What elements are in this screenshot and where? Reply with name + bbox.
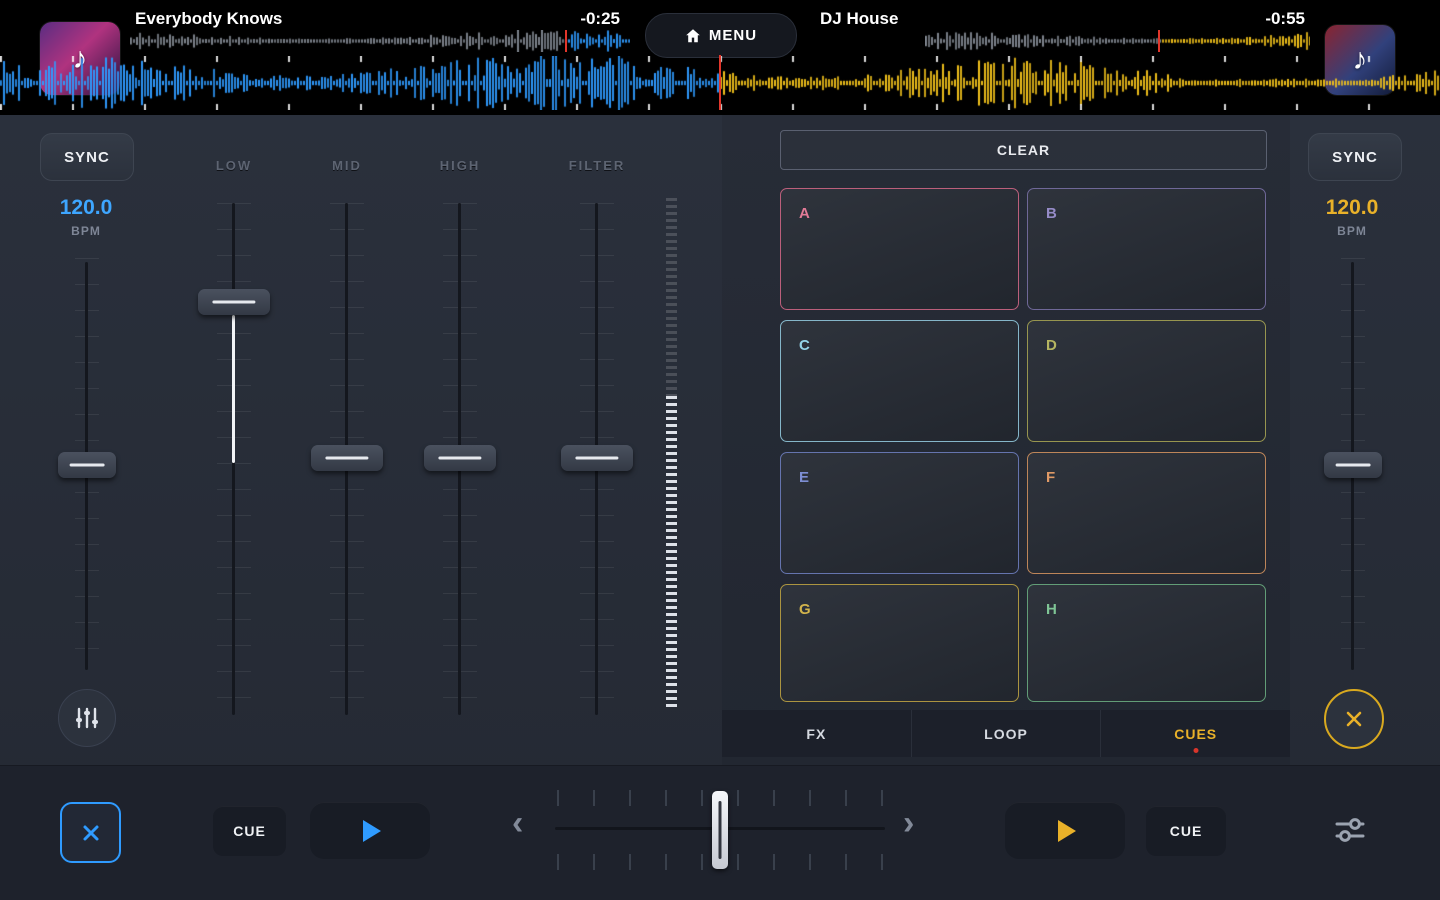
chevron-left-icon: ‹ — [512, 806, 523, 840]
right-close-button[interactable] — [1324, 689, 1384, 749]
tab-loop[interactable]: LOOP — [911, 710, 1101, 757]
level-meter-lower — [666, 396, 677, 710]
right-bpm-value: 120.0 — [1302, 196, 1402, 220]
eq-high-fader[interactable] — [424, 445, 496, 471]
eq-mid-fader[interactable] — [311, 445, 383, 471]
right-bpm-label: BPM — [1302, 224, 1402, 238]
left-play-button[interactable] — [310, 802, 430, 859]
pad-b[interactable]: B — [1027, 188, 1266, 310]
left-mixer-button[interactable] — [58, 689, 116, 747]
pad-h[interactable]: H — [1027, 584, 1266, 702]
main-playhead — [719, 55, 721, 110]
pad-g[interactable]: G — [780, 584, 1019, 702]
pad-g-label: G — [799, 601, 811, 618]
notification-dot — [1193, 748, 1198, 753]
left-close-button[interactable] — [60, 802, 121, 863]
fx-tabs: FX LOOP CUES — [722, 710, 1290, 757]
play-icon — [363, 820, 381, 842]
right-cue-button[interactable]: CUE — [1146, 806, 1226, 856]
play-icon — [1058, 820, 1076, 842]
chevron-right-icon: › — [903, 806, 914, 840]
dj-app: ♪ Everybody Knows -0:25 MENU DJ House -0… — [0, 0, 1440, 900]
menu-button[interactable]: MENU — [645, 13, 797, 58]
pad-c-label: C — [799, 337, 810, 354]
left-overview-playhead — [565, 30, 567, 52]
left-bpm-value: 120.0 — [36, 196, 136, 220]
eq-label-mid: MID — [297, 158, 397, 173]
clear-button[interactable]: CLEAR — [780, 130, 1267, 170]
right-track-title: DJ House — [820, 9, 898, 29]
pad-e[interactable]: E — [780, 452, 1019, 574]
pad-f[interactable]: F — [1027, 452, 1266, 574]
left-sync-button[interactable]: SYNC — [40, 133, 134, 181]
left-bpm-label: BPM — [36, 224, 136, 238]
crossfader-handle[interactable] — [712, 791, 728, 869]
right-volume-fader[interactable] — [1324, 452, 1382, 478]
tab-fx[interactable]: FX — [722, 710, 911, 757]
pad-a[interactable]: A — [780, 188, 1019, 310]
eq-low-fader[interactable] — [198, 289, 270, 315]
pad-e-label: E — [799, 469, 809, 486]
right-track-time: -0:55 — [1240, 9, 1305, 29]
eq-filter-fader[interactable] — [561, 445, 633, 471]
crossfader[interactable] — [545, 780, 895, 880]
eq-low-value-line — [232, 315, 235, 463]
pad-c[interactable]: C — [780, 320, 1019, 442]
left-overview-waveform[interactable] — [130, 30, 630, 52]
left-track-time: -0:25 — [555, 9, 620, 29]
eq-label-high: HIGH — [410, 158, 510, 173]
left-volume-fader[interactable] — [58, 452, 116, 478]
close-icon — [81, 823, 101, 843]
tab-cues-label: CUES — [1174, 726, 1217, 742]
mixer-icon — [74, 705, 100, 731]
tab-fx-label: FX — [806, 726, 826, 742]
tab-loop-label: LOOP — [984, 726, 1028, 742]
menu-label: MENU — [709, 27, 757, 44]
settings-sliders-icon — [1332, 812, 1368, 848]
top-bar: ♪ Everybody Knows -0:25 MENU DJ House -0… — [0, 0, 1440, 115]
eq-label-filter: FILTER — [547, 158, 647, 173]
pad-d-label: D — [1046, 337, 1057, 354]
pad-h-label: H — [1046, 601, 1057, 618]
pad-d[interactable]: D — [1027, 320, 1266, 442]
pad-a-label: A — [799, 205, 810, 222]
eq-label-low: LOW — [184, 158, 284, 173]
right-overview-playhead — [1158, 30, 1160, 52]
left-cue-button[interactable]: CUE — [213, 806, 286, 856]
right-sync-button[interactable]: SYNC — [1308, 133, 1402, 181]
pad-b-label: B — [1046, 205, 1057, 222]
left-track-title: Everybody Knows — [135, 9, 282, 29]
close-icon — [1345, 710, 1363, 728]
home-icon — [685, 28, 701, 44]
pad-f-label: F — [1046, 469, 1055, 486]
tab-cues[interactable]: CUES — [1100, 710, 1290, 757]
right-overview-waveform[interactable] — [925, 30, 1310, 52]
level-meter-upper — [666, 198, 677, 396]
settings-button[interactable] — [1326, 806, 1374, 854]
right-play-button[interactable] — [1005, 802, 1125, 859]
